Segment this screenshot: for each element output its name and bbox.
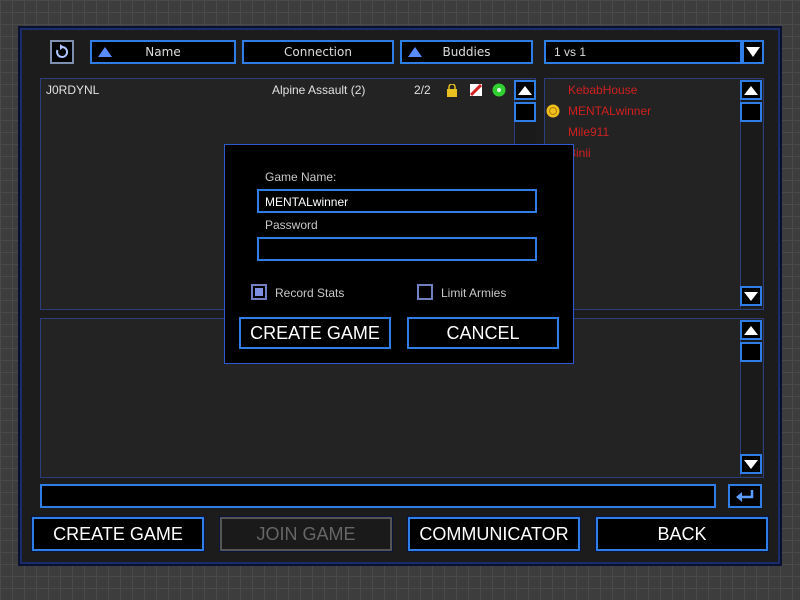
stats-icon	[470, 84, 482, 96]
chat-scroll-down-button[interactable]	[740, 454, 762, 474]
player-name[interactable]: Mile911	[568, 125, 609, 139]
limit-armies-checkbox[interactable]	[417, 284, 433, 300]
communicator-button-label: COMMUNICATOR	[419, 523, 569, 544]
limit-armies-label: Limit Armies	[441, 286, 507, 300]
arrow-down-icon	[744, 459, 758, 469]
create-game-button[interactable]: CREATE GAME	[32, 517, 204, 551]
game-list-row[interactable]: J0RDYNL Alpine Assault (2) 2/2	[42, 82, 512, 100]
column-header-buddies-label: Buddies	[442, 45, 491, 59]
dialog-create-game-button[interactable]: CREATE GAME	[239, 317, 391, 349]
sort-ascending-icon	[408, 47, 422, 57]
enter-icon	[736, 490, 754, 502]
game-name-input[interactable]: MENTALwinner	[257, 189, 537, 213]
column-header-connection-label: Connection	[284, 45, 352, 59]
column-header-name[interactable]: Name	[90, 40, 236, 64]
chat-scroll-up-button[interactable]	[740, 320, 762, 340]
game-host: J0RDYNL	[46, 83, 100, 97]
player-list-scroll-up-button[interactable]	[740, 80, 762, 100]
chat-input[interactable]	[40, 484, 716, 508]
column-header-connection[interactable]: Connection	[242, 40, 394, 64]
chat-scroll-thumb[interactable]	[740, 342, 762, 362]
column-header-name-label: Name	[145, 45, 181, 59]
game-players: 2/2	[414, 83, 431, 97]
game-list-scroll-up-button[interactable]	[514, 80, 536, 100]
chevron-down-icon	[746, 47, 760, 57]
connection-good-icon	[492, 83, 506, 97]
create-game-dialog: Game Name: MENTALwinner Password Record …	[224, 144, 574, 364]
player-list-scroll-down-button[interactable]	[740, 286, 762, 306]
join-game-button[interactable]: JOIN GAME	[220, 517, 392, 551]
game-map: Alpine Assault (2)	[272, 83, 366, 97]
game-list-scroll-thumb[interactable]	[514, 102, 536, 122]
game-mode-value: 1 vs 1	[554, 45, 587, 59]
player-list-scroll-thumb[interactable]	[740, 102, 762, 122]
game-mode-dropdown-button[interactable]	[742, 40, 764, 64]
create-game-button-label: CREATE GAME	[53, 523, 183, 544]
communicator-button[interactable]: COMMUNICATOR	[408, 517, 580, 551]
password-label: Password	[265, 218, 318, 232]
refresh-icon	[56, 44, 69, 58]
arrow-down-icon	[744, 291, 758, 301]
join-game-button-label: JOIN GAME	[256, 523, 356, 544]
game-name-value: MENTALwinner	[265, 195, 349, 209]
game-name-label: Game Name:	[265, 170, 337, 184]
column-header-buddies[interactable]: Buddies	[400, 40, 533, 64]
record-stats-checkbox[interactable]	[251, 284, 267, 300]
player-name[interactable]: KebabHouse	[568, 83, 637, 97]
refresh-button[interactable]	[50, 40, 74, 64]
sort-ascending-icon	[98, 47, 112, 57]
back-button-label: BACK	[657, 523, 707, 544]
password-input[interactable]	[257, 237, 537, 261]
dialog-cancel-label: CANCEL	[446, 322, 520, 343]
arrow-up-icon	[744, 85, 758, 95]
send-button[interactable]	[728, 484, 762, 508]
player-name[interactable]: MENTALwinner	[568, 104, 651, 118]
dialog-create-game-label: CREATE GAME	[250, 322, 380, 343]
arrow-up-icon	[744, 325, 758, 335]
record-stats-label: Record Stats	[275, 286, 345, 300]
rank-medal-icon	[546, 104, 560, 118]
lock-icon	[447, 84, 457, 97]
back-button[interactable]: BACK	[596, 517, 768, 551]
game-mode-select[interactable]: 1 vs 1	[544, 40, 742, 64]
arrow-up-icon	[518, 85, 532, 95]
dialog-cancel-button[interactable]: CANCEL	[407, 317, 559, 349]
